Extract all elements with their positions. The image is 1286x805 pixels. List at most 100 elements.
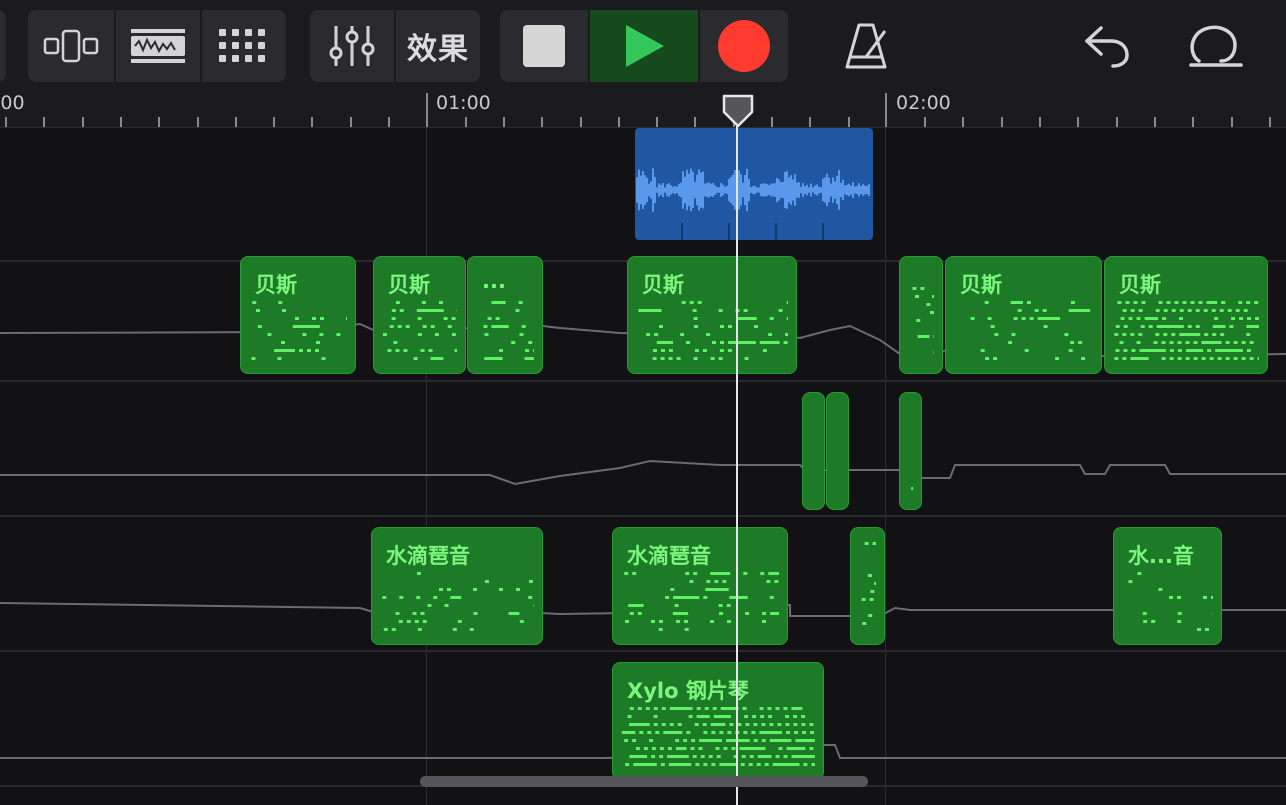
midi-note [930, 311, 934, 314]
midi-note [319, 333, 324, 336]
midi-note [686, 341, 690, 344]
ruler-tick [5, 117, 7, 127]
tracks-area[interactable]: 贝斯 贝斯 ... 贝斯 贝斯 贝斯 水滴琶音 水滴琶音 水...音 Xylo … [0, 128, 1286, 805]
ruler-tick [924, 117, 926, 127]
midi-note [775, 755, 780, 758]
midi-note [382, 596, 387, 599]
live-loops-button[interactable] [200, 10, 286, 82]
midi-note [762, 612, 767, 615]
midi-note [1166, 301, 1171, 304]
midi-note [499, 349, 504, 352]
midi-note [652, 349, 657, 352]
midi-notes [970, 301, 1091, 360]
midi-note [528, 596, 533, 599]
region-pipa[interactable]: 水滴琶音 [371, 527, 543, 645]
midi-note [753, 723, 758, 726]
waveform [636, 168, 870, 240]
midi-note [719, 731, 724, 734]
midi-note [741, 755, 746, 758]
midi-note [1254, 301, 1259, 304]
midi-note [1037, 317, 1061, 320]
midi-note [1115, 349, 1120, 352]
ruler-tick [771, 117, 773, 127]
midi-note [515, 309, 520, 312]
midi-note [1246, 349, 1251, 352]
region-drums[interactable] [802, 392, 825, 510]
horizontal-scrollbar[interactable] [420, 776, 868, 787]
toolbar-left-edge[interactable] [0, 10, 6, 82]
midi-notes [251, 301, 347, 360]
play-button[interactable] [588, 10, 698, 82]
region-drums[interactable] [899, 392, 922, 510]
record-button[interactable] [698, 10, 788, 82]
midi-note [1026, 301, 1031, 304]
midi-note [1229, 325, 1234, 328]
midi-note [399, 309, 404, 312]
midi-note [1193, 357, 1198, 360]
mixer-button[interactable] [310, 10, 394, 82]
stop-button[interactable] [500, 10, 588, 82]
region-bass[interactable]: 贝斯 [373, 256, 466, 374]
undo-button[interactable] [1076, 10, 1136, 82]
midi-note [653, 723, 658, 726]
midi-note [1148, 325, 1153, 328]
region-bass[interactable] [899, 256, 943, 374]
region-xylo[interactable]: Xylo 钢片琴 [612, 662, 824, 780]
midi-notes [861, 542, 876, 625]
region-bass[interactable]: 贝斯 [1104, 256, 1268, 374]
midi-note [1203, 596, 1207, 599]
midi-note [428, 349, 433, 352]
midi-note [638, 309, 662, 312]
timeline-ruler[interactable]: :00 01:00 02:00 [0, 92, 1286, 128]
track-drums[interactable] [0, 383, 1286, 517]
midi-note [768, 715, 773, 718]
midi-note [1123, 325, 1128, 328]
midi-note [1195, 309, 1200, 312]
region-pipa[interactable]: 水滴琶音 [612, 527, 788, 645]
tracks-view-button[interactable] [114, 10, 200, 82]
midi-note [917, 335, 930, 338]
loop-browser-button[interactable] [1182, 10, 1248, 82]
midi-note [422, 325, 427, 328]
midi-note [1195, 325, 1200, 328]
region-bass[interactable]: 贝斯 [945, 256, 1102, 374]
ruler-tick [197, 117, 199, 127]
midi-note [759, 707, 764, 710]
region-bass[interactable]: ... [467, 256, 543, 374]
region-pipa[interactable]: 水...音 [1113, 527, 1222, 645]
midi-note [743, 731, 748, 734]
audio-region[interactable] [635, 128, 873, 240]
region-drums[interactable] [826, 392, 849, 510]
ruler-tick [1231, 117, 1233, 127]
midi-note [710, 620, 714, 623]
midi-note [1187, 325, 1192, 328]
midi-notes [624, 572, 779, 631]
ruler-tick [426, 93, 428, 127]
effects-button[interactable]: 效果 [394, 10, 480, 82]
midi-note [743, 572, 748, 575]
region-pipa[interactable] [850, 527, 885, 645]
midi-note [651, 620, 655, 623]
midi-note [698, 747, 703, 750]
midi-note [1144, 317, 1159, 320]
playhead-handle-icon[interactable] [722, 94, 754, 128]
midi-note [719, 349, 724, 352]
midi-note [970, 317, 975, 320]
browser-view-button[interactable] [28, 10, 114, 82]
midi-note [731, 747, 736, 750]
midi-note [282, 309, 286, 312]
midi-note [712, 341, 716, 344]
midi-note [315, 349, 319, 352]
midi-note [668, 357, 673, 360]
region-bass[interactable]: 贝斯 [240, 256, 356, 374]
midi-note [1139, 349, 1166, 352]
midi-note [1130, 357, 1149, 360]
midi-note [868, 614, 873, 617]
midi-note [421, 301, 426, 304]
metronome-button[interactable] [836, 10, 896, 82]
midi-note [1138, 309, 1143, 312]
playhead-line[interactable] [736, 118, 738, 805]
midi-note [703, 731, 708, 734]
region-bass[interactable]: 贝斯 [627, 256, 797, 374]
midi-note [872, 542, 876, 545]
